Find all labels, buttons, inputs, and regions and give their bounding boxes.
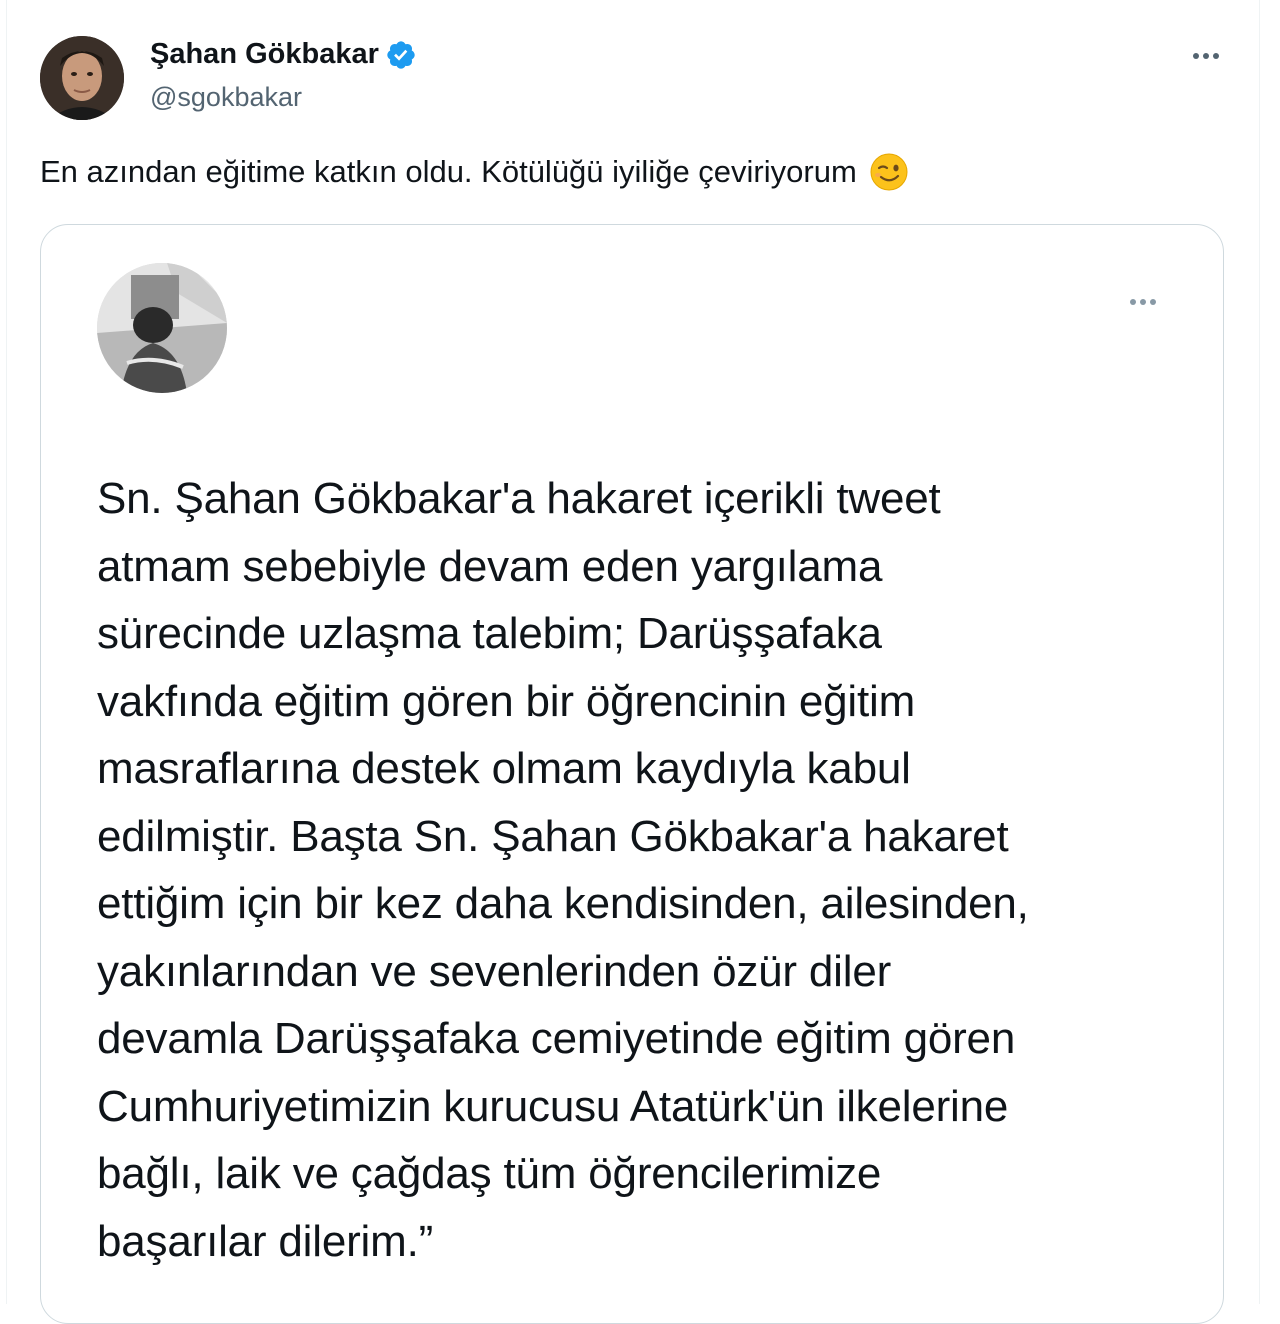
author-name-text[interactable]: Şahan Gökbakar — [150, 38, 379, 71]
quoted-text-line: başarılar dilerim.” — [97, 1216, 434, 1266]
quoted-tweet-card[interactable]: Sn. Şahan Gökbakar'a hakaret içerikli tw… — [40, 224, 1224, 1324]
quoted-text-line: sürecinde uzlaşma talebim; Darüşşafaka — [97, 609, 882, 658]
author-handle[interactable]: @sgokbakar — [150, 82, 302, 113]
quoted-text-line: masraflarına destek olmam kaydıyla kabul — [97, 744, 911, 793]
winking-face-emoji-icon — [870, 153, 908, 191]
more-horizontal-icon — [1193, 53, 1219, 59]
more-options-button[interactable] — [1186, 40, 1226, 72]
tweet-text-content: En azından eğitime katkın oldu. Kötülüğü… — [40, 154, 857, 189]
more-horizontal-icon — [1130, 299, 1156, 305]
quoted-tweet-text: Sn. Şahan Gökbakar'a hakaret içerikli tw… — [97, 465, 1197, 1275]
quoted-text-line: bağlı, laik ve çağdaş tüm öğrencilerimiz… — [97, 1149, 882, 1198]
quoted-text-line: ettiğim için bir kez daha kendisinden, a… — [97, 879, 1029, 928]
quoted-text-line: edilmiştir. Başta Sn. Şahan Gökbakar'a h… — [97, 811, 1009, 861]
quoted-text-line: Cumhuriyetimizin kurucusu Atatürk'ün ilk… — [97, 1081, 1009, 1131]
quoted-text-line: devamla Darüşşafaka cemiyetinde eğitim g… — [97, 1014, 1016, 1063]
tweet-text: En azından eğitime katkın oldu. Kötülüğü… — [40, 152, 909, 192]
author-avatar[interactable] — [40, 36, 124, 120]
quoted-text-line: yakınlarından ve sevenlerinden özür dile… — [97, 946, 892, 996]
quoted-author-avatar[interactable] — [97, 263, 227, 393]
profile-photo-icon — [40, 36, 124, 120]
verified-badge-icon — [387, 40, 415, 69]
quoted-text-line: Sn. Şahan Gökbakar'a hakaret içerikli tw… — [97, 474, 941, 523]
quoted-text-line: vakfında eğitim gören bir öğrencinin eği… — [97, 676, 916, 726]
quoted-more-options-button[interactable] — [1121, 289, 1165, 315]
blurred-profile-photo-icon — [97, 263, 227, 393]
quoted-text-line: atmam sebebiyle devam eden yargılama — [97, 541, 883, 591]
author-name[interactable]: Şahan Gökbakar — [150, 38, 417, 71]
